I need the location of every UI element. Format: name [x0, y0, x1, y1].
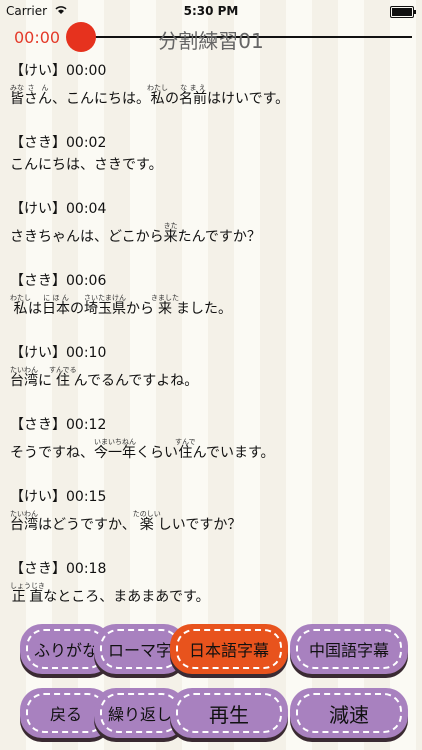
transcript-text: んでるんですよね。 [73, 373, 199, 389]
page-title: 分割練習01 [158, 29, 264, 53]
furigana-word: 住すんでる [49, 366, 77, 389]
transcript-line: 私わたしは日本にほんの埼玉県さいたまけんから来きましたました。 [10, 294, 412, 318]
transcript-list: 【けい】00:00 皆みなさんさん、こんにちは。私わたしの名前なまえはけいです。【… [10, 60, 412, 630]
transcript-text: くらい [136, 445, 178, 461]
transcript-line: 台湾たいわんはどうですか、楽たのしいしいですか？ [10, 510, 412, 534]
speaker-label: 【けい】00:04 [10, 201, 107, 217]
transcript-line: さきちゃんは、どこから来きたたんですか？ [10, 222, 412, 246]
status-time: 5:30 PM [183, 4, 239, 18]
transcript-line: こんにちは、さきです。 [10, 156, 412, 174]
transcript-entry[interactable]: 【けい】00:15 台湾たいわんはどうですか、楽たのしいしいですか？ [10, 486, 412, 534]
transcript-text: んでいます。 [192, 445, 275, 461]
furigana-word: 皆みな [10, 84, 24, 107]
furigana-word: さんさん [24, 84, 52, 107]
transcript-text: こんにちは、さきです。 [10, 157, 163, 173]
transcript-text: そうですね、 [10, 445, 94, 461]
transcript-entry[interactable]: 【さき】00:06 私わたしは日本にほんの埼玉県さいたまけんから来きましたました。 [10, 270, 412, 318]
speaker-label: 【さき】00:18 [10, 561, 107, 577]
japanese-subtitle-button[interactable]: 日本語字幕 [170, 624, 288, 674]
transcript-line: そうですね、今一年いまいちねんくらい住すんでんでいます。 [10, 438, 412, 462]
furigana-word: 正直しょうじき [10, 582, 45, 605]
slow-button[interactable]: 減速 [290, 688, 408, 738]
transcript-entry[interactable]: 【けい】00:04 さきちゃんは、どこから来きたたんですか？ [10, 198, 412, 246]
battery-icon [390, 6, 416, 18]
speaker-label: 【けい】00:00 [10, 63, 107, 79]
speaker-label: 【けい】00:10 [10, 345, 107, 361]
transcript-entry[interactable]: 【けい】00:00 皆みなさんさん、こんにちは。私わたしの名前なまえはけいです。 [10, 60, 412, 108]
speaker-label: 【さき】00:12 [10, 417, 107, 433]
transcript-entry[interactable]: 【さき】00:18 正直しょうじきなところ、まあまあです。 [10, 558, 412, 606]
transcript-text: たんですか？ [177, 229, 261, 245]
transcript-entry[interactable]: 【さき】00:12 そうですね、今一年いまいちねんくらい住すんでんでいます。 [10, 414, 412, 462]
transcript-line: 台湾たいわんに住すんでるんでるんですよね。 [10, 366, 412, 390]
control-panel: ふりがな ローマ字 日本語字幕 中国語字幕 戻る 繰り返し 再生 減速 [0, 618, 422, 750]
furigana-word: 私わたし [10, 294, 31, 317]
furigana-word: 今一年いまいちねん [94, 438, 136, 461]
transcript-text: は [28, 301, 42, 317]
speaker-label: 【さき】00:06 [10, 273, 107, 289]
furigana-word: 住すんで [175, 438, 196, 461]
furigana-word: 楽たのしい [132, 510, 161, 533]
furigana-word: 日本にほん [42, 294, 70, 317]
chinese-subtitle-button[interactable]: 中国語字幕 [290, 624, 408, 674]
transcript-entry[interactable]: 【けい】00:10 台湾たいわんに住すんでるんでるんですよね。 [10, 342, 412, 390]
transcript-text: 、こんにちは。 [52, 91, 150, 107]
transcript-text: なところ、まあまあです。 [43, 589, 210, 605]
furigana-word: 台湾たいわん [10, 366, 38, 389]
transcript-text: さきちゃんは、どこから [10, 229, 164, 245]
transcript-text: の [165, 91, 179, 107]
status-bar: Carrier 5:30 PM [0, 0, 422, 22]
play-button[interactable]: 再生 [170, 688, 288, 738]
furigana-word: 来きた [163, 222, 178, 245]
furigana-word: 私わたし [147, 84, 168, 107]
transcript-text: はどうですか、 [38, 517, 136, 533]
furigana-word: 台湾たいわん [10, 510, 38, 533]
transcript-line: 正直しょうじきなところ、まあまあです。 [10, 582, 412, 606]
player-header: 00:00 分割練習01 [0, 22, 422, 53]
transcript-text: の [70, 301, 84, 317]
furigana-word: 名前なまえ [179, 84, 207, 107]
furigana-word: 埼玉県さいたまけん [84, 294, 126, 317]
transcript-text: から [126, 301, 154, 317]
transcript-text: ました。 [176, 301, 232, 317]
speaker-label: 【けい】00:15 [10, 489, 107, 505]
speaker-label: 【さき】00:02 [10, 135, 107, 151]
transcript-entry[interactable]: 【さき】00:02 こんにちは、さきです。 [10, 132, 412, 174]
furigana-word: 来きました [151, 294, 179, 317]
transcript-text: しいですか？ [157, 517, 242, 533]
transcript-text: はけいです。 [207, 91, 290, 107]
transcript-line: 皆みなさんさん、こんにちは。私わたしの名前なまえはけいです。 [10, 84, 412, 108]
